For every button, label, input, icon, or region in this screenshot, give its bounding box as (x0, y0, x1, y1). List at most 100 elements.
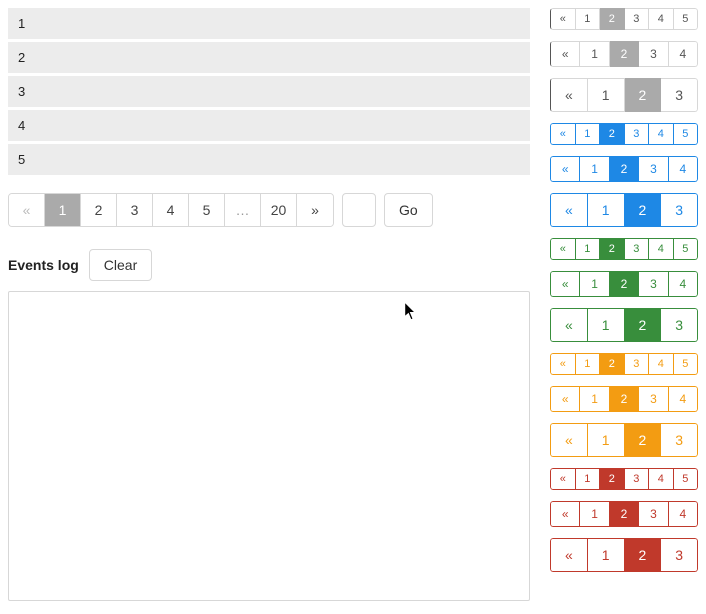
mini-pager-page[interactable]: 1 (576, 123, 601, 145)
mini-pager-red-s: «12345 (550, 468, 698, 490)
mini-pager-prev[interactable]: « (550, 193, 588, 227)
mini-pager-page[interactable]: 2 (610, 156, 639, 182)
mini-pager-page[interactable]: 2 (610, 386, 639, 412)
mini-pager-page[interactable]: 1 (588, 308, 625, 342)
list-item: 1 (8, 8, 530, 39)
mini-pager-prev[interactable]: « (550, 386, 580, 412)
mini-pager-prev[interactable]: « (550, 238, 576, 260)
mini-pager-page[interactable]: 4 (649, 468, 674, 490)
mini-pager-page[interactable]: 2 (625, 193, 662, 227)
mini-pager-prev[interactable]: « (550, 41, 580, 67)
pager-page[interactable]: 2 (81, 194, 117, 226)
mini-pager-page[interactable]: 5 (674, 8, 699, 30)
mini-pager-page[interactable]: 3 (625, 468, 650, 490)
mini-pager-page[interactable]: 3 (661, 193, 698, 227)
mini-pager-page[interactable]: 5 (674, 353, 699, 375)
mini-pager-page[interactable]: 4 (669, 41, 698, 67)
mini-pager-page[interactable]: 4 (669, 156, 698, 182)
mini-pager-page[interactable]: 1 (576, 8, 601, 30)
go-button[interactable]: Go (384, 193, 433, 227)
mini-pager-page[interactable]: 1 (588, 193, 625, 227)
mini-pager-page[interactable]: 3 (661, 308, 698, 342)
mini-pager-page[interactable]: 1 (588, 423, 625, 457)
page-number-input[interactable] (342, 193, 376, 227)
mini-pager-page[interactable]: 3 (661, 423, 698, 457)
mini-pager-page[interactable]: 3 (625, 123, 650, 145)
mini-pager-page[interactable]: 3 (625, 353, 650, 375)
mini-pager-page[interactable]: 1 (580, 271, 609, 297)
mini-pager-green-l: «123 (550, 308, 698, 342)
mini-pager-prev[interactable]: « (550, 156, 580, 182)
mini-pager-page[interactable]: 3 (639, 501, 668, 527)
mini-pager-page[interactable]: 4 (669, 501, 698, 527)
mini-pager-page[interactable]: 2 (600, 238, 625, 260)
list-item: 4 (8, 110, 530, 141)
mini-pager-gray-s: «12345 (550, 8, 698, 30)
mini-pager-page[interactable]: 4 (649, 8, 674, 30)
events-header: Events log Clear (8, 249, 530, 281)
mini-pager-page[interactable]: 2 (600, 8, 625, 30)
mini-pager-gray-l: «123 (550, 78, 698, 112)
mini-pager-page[interactable]: 3 (625, 238, 650, 260)
mini-pager-page[interactable]: 2 (625, 538, 662, 572)
mini-pager-page[interactable]: 1 (588, 78, 625, 112)
mini-pager-prev[interactable]: « (550, 501, 580, 527)
mini-pager-prev[interactable]: « (550, 123, 576, 145)
pager-page[interactable]: 20 (261, 194, 297, 226)
pager-page[interactable]: 4 (153, 194, 189, 226)
mini-pager-prev[interactable]: « (550, 78, 588, 112)
mini-pager-prev[interactable]: « (550, 468, 576, 490)
mini-pager-page[interactable]: 3 (639, 271, 668, 297)
mini-pager-page[interactable]: 2 (625, 78, 662, 112)
mini-pager-page[interactable]: 3 (661, 538, 698, 572)
mini-pager-page[interactable]: 5 (674, 123, 699, 145)
mini-pager-page[interactable]: 3 (639, 386, 668, 412)
mini-pager-page[interactable]: 1 (576, 468, 601, 490)
mini-pager-page[interactable]: 2 (610, 41, 639, 67)
mini-pager-prev[interactable]: « (550, 538, 588, 572)
mini-pager-orange-l: «123 (550, 423, 698, 457)
mini-pager-page[interactable]: 2 (610, 501, 639, 527)
mini-pager-page[interactable]: 4 (649, 123, 674, 145)
mini-pager-prev[interactable]: « (550, 271, 580, 297)
mini-pager-prev[interactable]: « (550, 423, 588, 457)
pager-page[interactable]: 5 (189, 194, 225, 226)
mini-pager-page[interactable]: 5 (674, 238, 699, 260)
pager-next[interactable]: » (297, 194, 333, 226)
mini-pager-page[interactable]: 4 (669, 271, 698, 297)
mini-pager-page[interactable]: 2 (625, 423, 662, 457)
mini-pager-page[interactable]: 1 (580, 386, 609, 412)
mini-pager-page[interactable]: 1 (580, 501, 609, 527)
mini-pager-page[interactable]: 2 (600, 468, 625, 490)
mini-pager-page[interactable]: 1 (580, 41, 609, 67)
clear-button[interactable]: Clear (89, 249, 152, 281)
mini-pager-page[interactable]: 3 (661, 78, 698, 112)
mini-pager-page[interactable]: 4 (669, 386, 698, 412)
mini-pager-page[interactable]: 1 (588, 538, 625, 572)
mini-pager-page[interactable]: 2 (600, 353, 625, 375)
mini-pager-prev[interactable]: « (550, 353, 576, 375)
mini-pager-prev[interactable]: « (550, 308, 588, 342)
mini-pager-page[interactable]: 5 (674, 468, 699, 490)
pager-page[interactable]: 3 (117, 194, 153, 226)
mini-pager-page[interactable]: 1 (580, 156, 609, 182)
mini-pager-page[interactable]: 4 (649, 353, 674, 375)
mini-pager-orange-s: «12345 (550, 353, 698, 375)
mini-pager-prev[interactable]: « (550, 8, 576, 30)
events-log-box (8, 291, 530, 601)
list-item: 3 (8, 76, 530, 107)
mini-pager-page[interactable]: 1 (576, 238, 601, 260)
pager-prev: « (9, 194, 45, 226)
mini-pager-page[interactable]: 3 (639, 41, 668, 67)
mini-pager-page[interactable]: 2 (600, 123, 625, 145)
mini-pager-page[interactable]: 3 (625, 8, 650, 30)
mini-pager-green-s: «12345 (550, 238, 698, 260)
list-item: 5 (8, 144, 530, 175)
pager-page[interactable]: 1 (45, 194, 81, 226)
mini-pager-page[interactable]: 2 (610, 271, 639, 297)
mini-pager-page[interactable]: 1 (576, 353, 601, 375)
mini-pager-red-l: «123 (550, 538, 698, 572)
mini-pager-page[interactable]: 2 (625, 308, 662, 342)
mini-pager-page[interactable]: 3 (639, 156, 668, 182)
mini-pager-page[interactable]: 4 (649, 238, 674, 260)
